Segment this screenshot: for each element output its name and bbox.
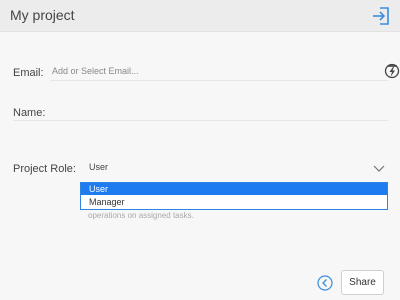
header-bar: My project <box>0 0 400 32</box>
chevron-down-icon <box>373 161 385 173</box>
project-role-value: User <box>89 162 109 172</box>
name-underline <box>13 120 388 121</box>
name-field[interactable] <box>46 103 390 121</box>
role-description: operations on assigned tasks. <box>88 211 194 220</box>
page-title: My project <box>10 7 75 23</box>
email-label: Email: <box>13 67 44 79</box>
name-label: Name: <box>13 107 46 119</box>
role-option-manager[interactable]: Manager <box>81 196 387 208</box>
project-role-select[interactable]: User <box>84 158 389 178</box>
role-option-user[interactable]: User <box>81 183 387 195</box>
share-button[interactable]: Share <box>341 270 384 295</box>
email-underline <box>50 80 388 81</box>
bolt-icon[interactable] <box>383 62 400 80</box>
project-role-dropdown: User Manager <box>80 182 388 210</box>
sign-in-icon[interactable] <box>370 5 392 27</box>
chevron-left-circle-icon[interactable] <box>317 275 333 291</box>
project-role-label: Project Role: <box>13 163 76 175</box>
email-field[interactable] <box>50 62 384 80</box>
